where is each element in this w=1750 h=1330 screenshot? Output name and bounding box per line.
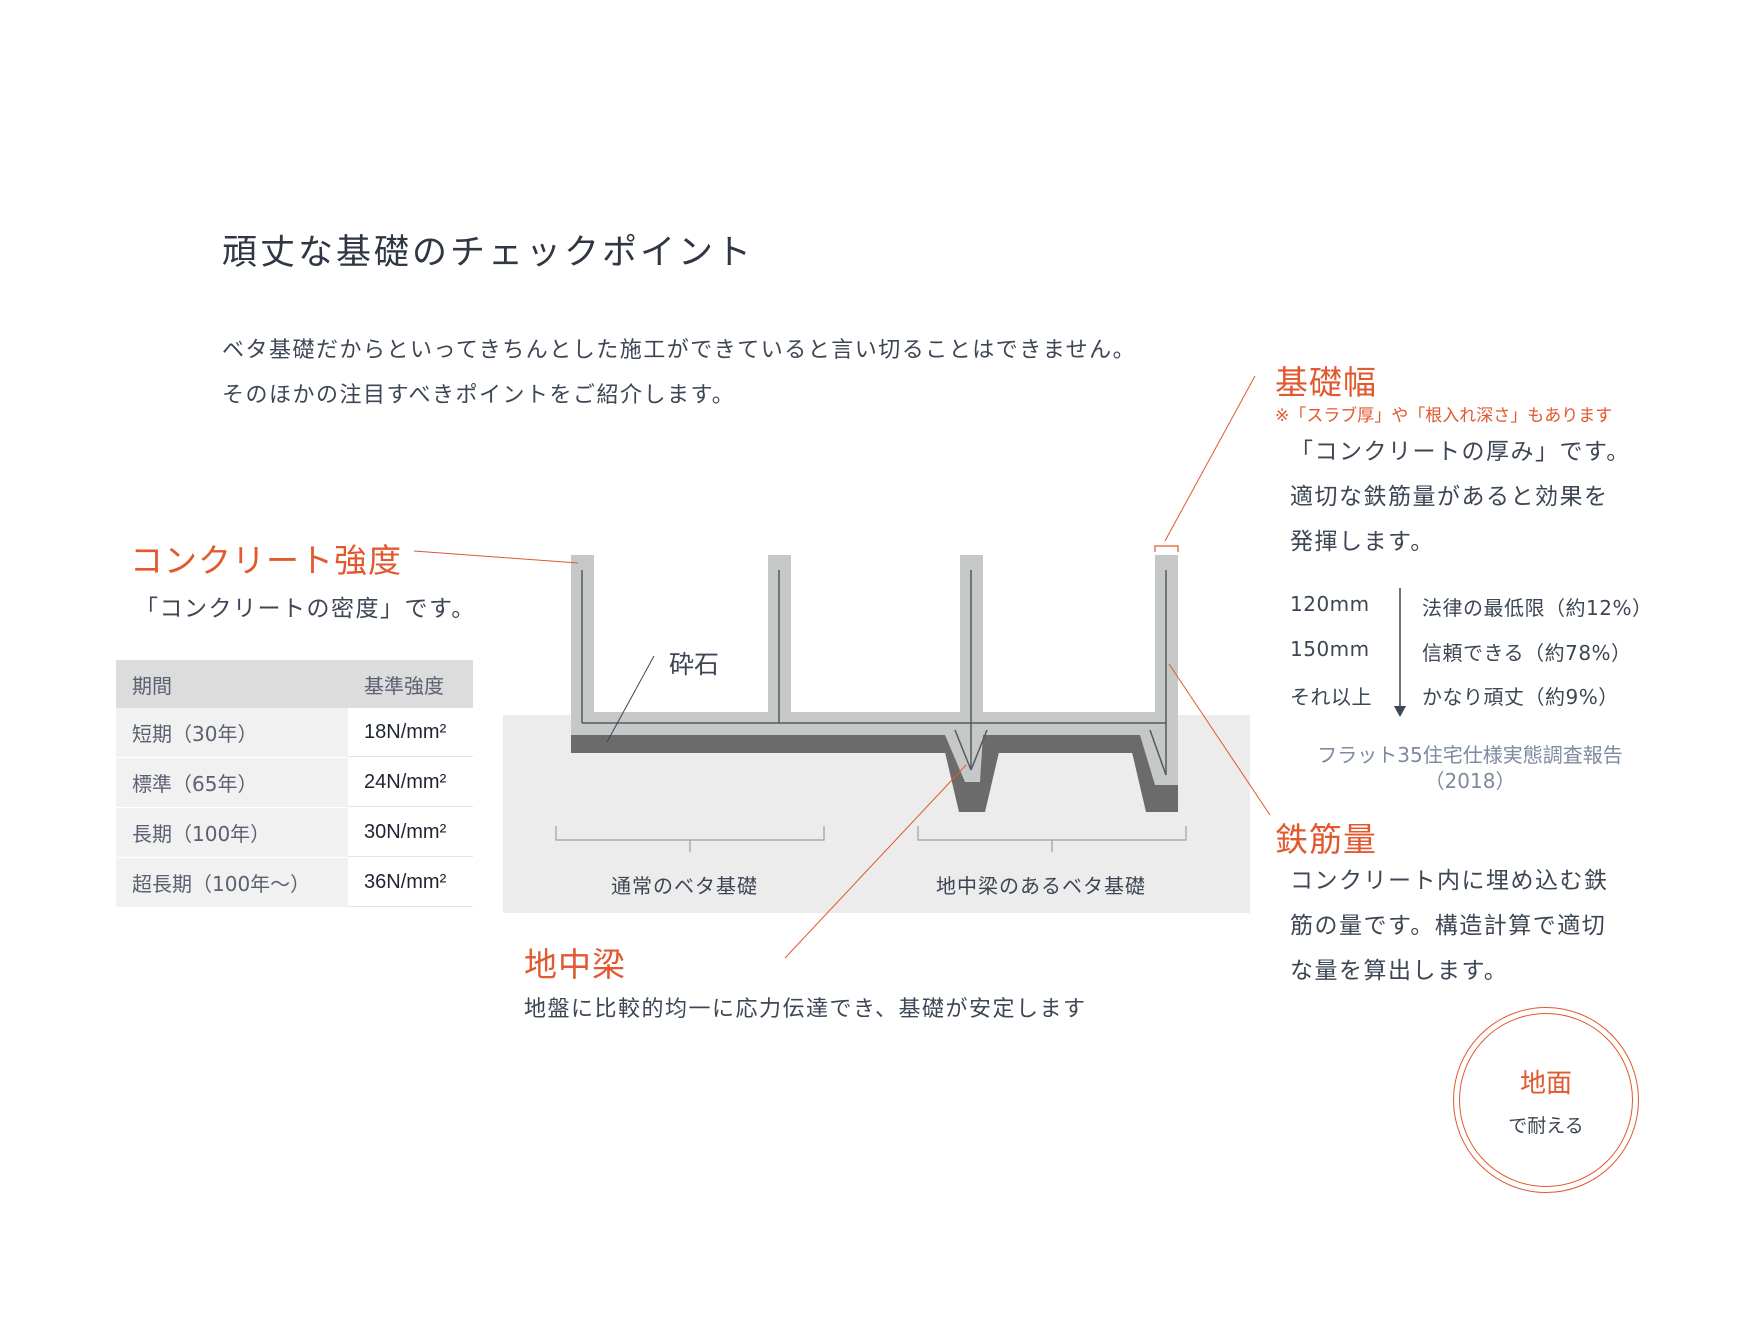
table-cell-value: 36N/mm² bbox=[348, 858, 473, 907]
stat-size-2: 150mm bbox=[1290, 637, 1370, 661]
stat-label-3: かなり頑丈（約9%） bbox=[1422, 685, 1619, 709]
gravel-label: 砕石 bbox=[669, 650, 720, 679]
foundation-width-desc: 「コンクリートの厚み」です。 適切な鉄筋量があると効果を 発揮します。 bbox=[1290, 430, 1631, 565]
strength-table: 期間 基準強度 短期（30年） 18N/mm² 標準（65年） 24N/mm² … bbox=[116, 660, 473, 908]
beam-foundation-label: 地中梁のあるベタ基礎 bbox=[936, 874, 1146, 898]
stat-label-1: 法律の最低限（約12%） bbox=[1422, 596, 1653, 620]
width-marker bbox=[1154, 545, 1179, 552]
table-row: 標準（65年） 24N/mm² bbox=[116, 758, 473, 808]
table-cell-value: 30N/mm² bbox=[348, 808, 473, 857]
ground-beam-desc: 地盤に比較的均一に応力伝達でき、基礎が安定します bbox=[524, 997, 1087, 1022]
table-cell-value: 24N/mm² bbox=[348, 758, 473, 807]
table-cell-value: 18N/mm² bbox=[348, 708, 473, 757]
stats-arrow-head bbox=[1394, 706, 1406, 717]
table-header-row: 期間 基準強度 bbox=[116, 660, 473, 708]
table-row: 短期（30年） 18N/mm² bbox=[116, 708, 473, 758]
stamp-inner-circle bbox=[1459, 1013, 1633, 1187]
concrete-strength-desc: 「コンクリートの密度」です。 bbox=[135, 596, 476, 622]
source-citation: フラット35住宅仕様実態調査報告 （2018） bbox=[1285, 742, 1655, 794]
table-cell-period: 標準（65年） bbox=[116, 758, 348, 807]
stat-label-2: 信頼できる（約78%） bbox=[1422, 641, 1632, 665]
leader-width bbox=[1164, 375, 1256, 542]
stamp-main-text: 地面 bbox=[1519, 1069, 1572, 1099]
concrete-strength-heading: コンクリート強度 bbox=[130, 541, 402, 580]
table-header-strength: 基準強度 bbox=[364, 673, 444, 698]
table-cell-period: 長期（100年） bbox=[116, 808, 348, 857]
leader-strength bbox=[413, 550, 579, 564]
foundation-width-desc-line-3: 発揮します。 bbox=[1290, 529, 1435, 555]
table-row: 超長期（100年〜） 36N/mm² bbox=[116, 858, 473, 908]
foundation-width-desc-line-2: 適切な鉄筋量があると効果を bbox=[1290, 484, 1609, 510]
foundation-width-desc-line-1: 「コンクリートの厚み」です。 bbox=[1290, 439, 1631, 465]
rebar-desc-line-2: 筋の量です。構造計算で適切 bbox=[1290, 913, 1607, 939]
stamp-sub-text: で耐える bbox=[1508, 1115, 1584, 1137]
table-cell-period: 短期（30年） bbox=[116, 708, 348, 757]
foundation-width-note: ※「スラブ厚」や「根入れ深さ」もあります bbox=[1275, 406, 1613, 426]
rebar-desc-line-1: コンクリート内に埋め込む鉄 bbox=[1290, 868, 1609, 894]
source-line-2: （2018） bbox=[1424, 769, 1516, 793]
stat-size-3: それ以上 bbox=[1290, 685, 1372, 709]
rebar-desc: コンクリート内に埋め込む鉄 筋の量です。構造計算で適切 な量を算出します。 bbox=[1290, 859, 1609, 994]
ground-beam-heading: 地中梁 bbox=[524, 945, 626, 984]
source-line-1: フラット35住宅仕様実態調査報告 bbox=[1317, 743, 1623, 767]
rebar-desc-line-3: な量を算出します。 bbox=[1290, 958, 1509, 984]
table-header-period: 期間 bbox=[132, 673, 172, 698]
rebar-heading: 鉄筋量 bbox=[1275, 820, 1377, 859]
table-cell-period: 超長期（100年〜） bbox=[116, 858, 348, 907]
foundation-width-heading: 基礎幅 bbox=[1275, 363, 1377, 402]
stat-size-1: 120mm bbox=[1290, 592, 1370, 616]
table-row: 長期（100年） 30N/mm² bbox=[116, 808, 473, 858]
normal-foundation-label: 通常のベタ基礎 bbox=[611, 874, 758, 898]
